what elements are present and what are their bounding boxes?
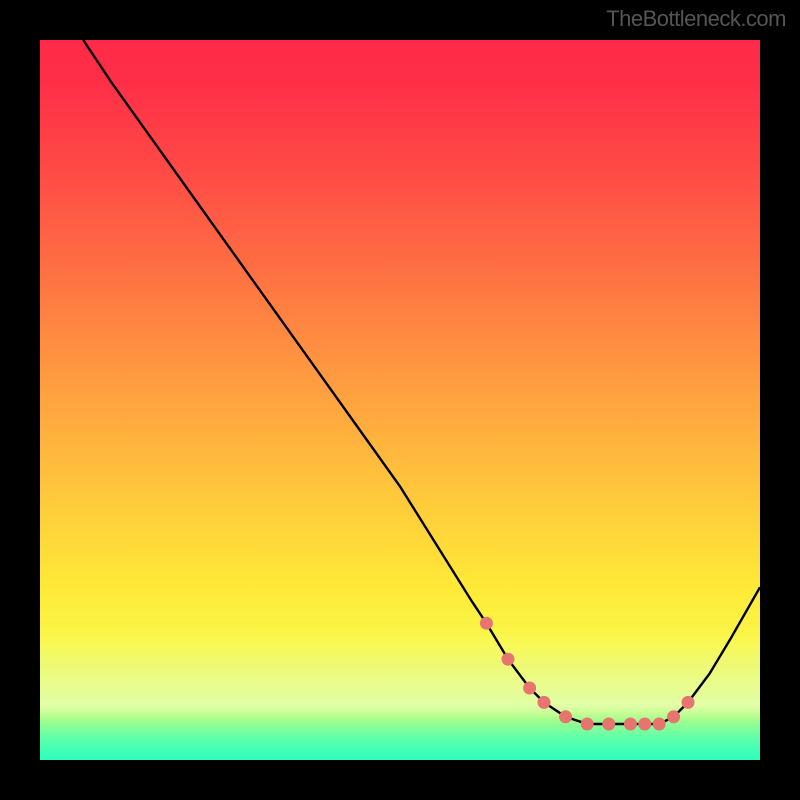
attribution-text: TheBottleneck.com: [606, 6, 786, 32]
plot-area: [40, 40, 760, 760]
gradient-background: [40, 40, 760, 760]
chart-container: TheBottleneck.com: [0, 0, 800, 800]
